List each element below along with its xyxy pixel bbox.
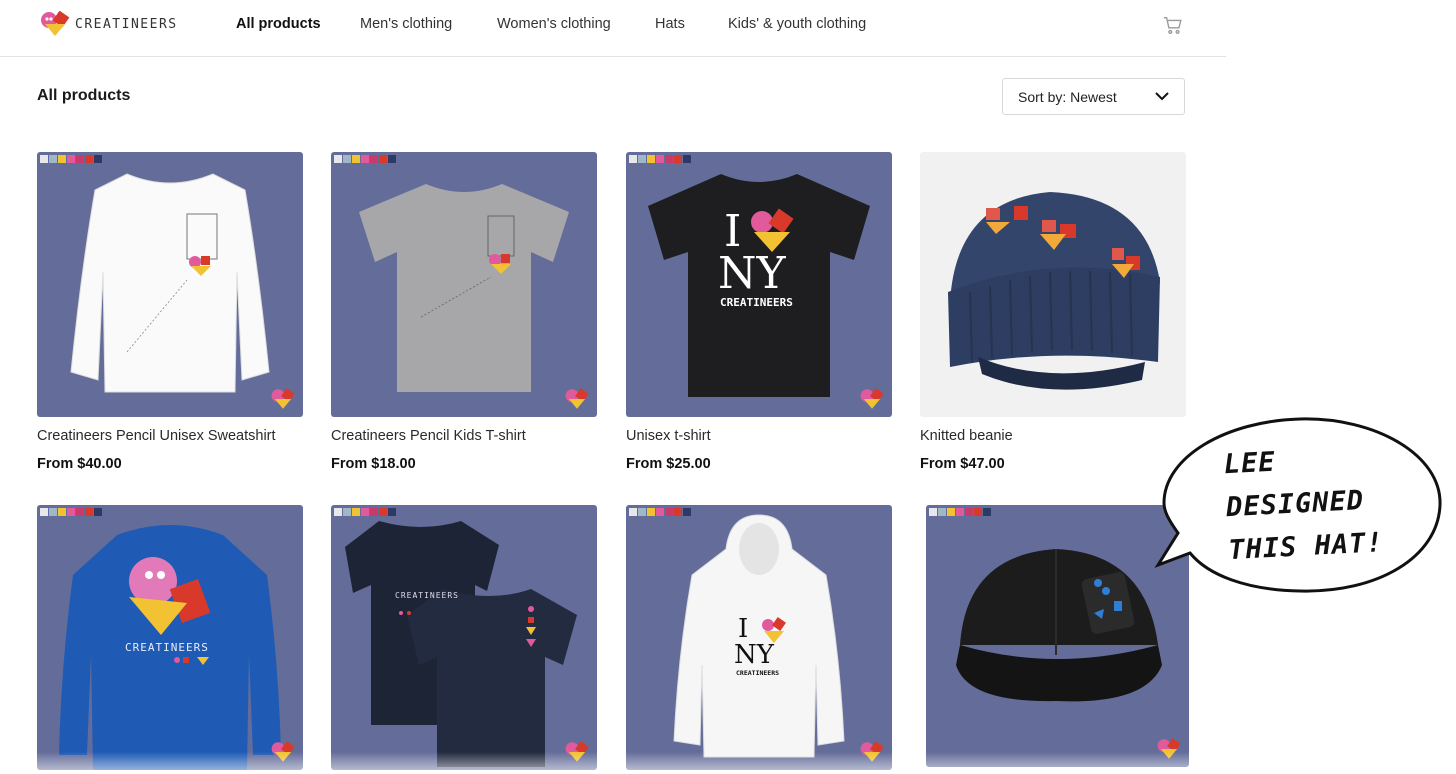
product-card[interactable]: Knitted beanie From $47.00	[920, 152, 1186, 472]
sweatshirt-illustration	[70, 173, 270, 393]
print-text-i: I	[738, 614, 749, 644]
color-swatches	[334, 155, 396, 163]
tshirt-illustration	[359, 184, 569, 392]
heart-logo-icon	[565, 741, 589, 762]
product-price: From $47.00	[920, 456, 1005, 472]
product-card[interactable]: I NY CREATINEERS	[626, 505, 892, 770]
print-text-ny: NY	[734, 640, 774, 670]
product-name[interactable]: Creatineers Pencil Kids T-shirt	[331, 428, 597, 444]
hoodie-illustration	[673, 514, 845, 758]
nav-all-products[interactable]: All products	[236, 16, 360, 32]
nav-womens-clothing[interactable]: Women's clothing	[497, 16, 655, 32]
print-text-brand: CREATINEERS	[395, 591, 459, 600]
print-text-ny: NY	[718, 248, 786, 299]
product-image[interactable]	[37, 152, 303, 417]
heart-logo-icon	[41, 11, 70, 36]
page-title: All products	[37, 87, 131, 104]
color-swatches	[929, 508, 991, 516]
color-swatches	[629, 155, 691, 163]
speech-bubble-text: LEE DESIGNED THIS HAT!	[1223, 433, 1429, 572]
product-name[interactable]: Unisex t-shirt	[626, 428, 892, 444]
product-price: From $25.00	[626, 456, 711, 472]
print-text-brand: CREATINEERS	[736, 669, 780, 677]
tshirts-illustration	[345, 521, 577, 767]
nav-hats[interactable]: Hats	[655, 16, 728, 32]
product-price: From $40.00	[37, 456, 122, 472]
product-card[interactable]: I NY CREATINEERS Unisex t-shirt From $25…	[626, 152, 892, 472]
product-image[interactable]: I NY CREATINEERS	[626, 505, 892, 770]
brand-logo[interactable]: CREATINEERS	[39, 11, 178, 37]
color-swatches	[40, 155, 102, 163]
print-text-brand: CREATINEERS	[720, 296, 793, 309]
sort-dropdown[interactable]: Sort by: Newest	[1002, 78, 1185, 115]
heart-logo-icon	[271, 741, 295, 762]
product-price: From $18.00	[331, 456, 416, 472]
product-name[interactable]: Knitted beanie	[920, 428, 1186, 444]
color-swatches	[334, 508, 396, 516]
product-image[interactable]: CREATINEERS	[331, 505, 597, 770]
heart-logo-icon	[860, 741, 884, 762]
product-image[interactable]	[920, 152, 1186, 417]
site-header: CREATINEERS All products Men's clothing …	[0, 0, 1226, 57]
heart-logo-icon	[1157, 738, 1181, 759]
heart-logo-icon	[565, 388, 589, 409]
product-card[interactable]: CREATINEERS	[331, 505, 597, 770]
chevron-down-icon	[1155, 92, 1169, 101]
main-nav: All products Men's clothing Women's clot…	[236, 16, 888, 32]
product-image[interactable]: I NY CREATINEERS	[626, 152, 892, 417]
product-card[interactable]: Creatineers Pencil Kids T-shirt From $18…	[331, 152, 597, 472]
nav-mens-clothing[interactable]: Men's clothing	[360, 16, 497, 32]
product-name[interactable]: Creatineers Pencil Unisex Sweatshirt	[37, 428, 303, 444]
heart-logo-icon	[271, 388, 295, 409]
brand-name: CREATINEERS	[75, 16, 178, 32]
product-image[interactable]: CREATINEERS	[37, 505, 303, 770]
beanie-illustration	[948, 192, 1160, 390]
product-card[interactable]: Creatineers Pencil Unisex Sweatshirt Fro…	[37, 152, 303, 472]
sort-label: Sort by: Newest	[1018, 88, 1117, 105]
color-swatches	[40, 508, 102, 516]
nav-kids-youth-clothing[interactable]: Kids' & youth clothing	[728, 16, 888, 32]
hoodie-illustration	[59, 525, 281, 770]
print-text-brand: CREATINEERS	[125, 641, 209, 654]
color-swatches	[629, 508, 691, 516]
product-card[interactable]: CREATINEERS	[37, 505, 303, 770]
shopping-cart-icon[interactable]	[1162, 14, 1184, 36]
product-image[interactable]	[331, 152, 597, 417]
heart-logo-icon	[860, 388, 884, 409]
